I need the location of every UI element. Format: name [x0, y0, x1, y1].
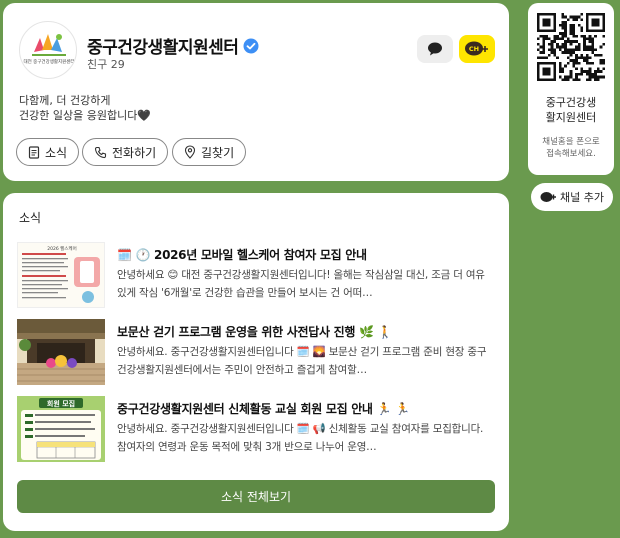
qr-channel-name: 중구건강생 활지원센터 [528, 95, 614, 125]
channel-logo[interactable]: 대전 중구건강생활지원센터 [19, 21, 77, 79]
news-title: 🗓️ 🕐 2026년 모바일 헬스케어 참여자 모집 안내 [117, 248, 367, 262]
news-body: 안녕하세요. 중구건강생활지원센터입니다 🗓️ 🌄 보문산 걷기 프로그램 준비… [117, 346, 487, 376]
friend-count: 친구 29 [87, 58, 125, 71]
qr-name-line: 중구건강생 [545, 96, 597, 109]
qr-hint: 채널홈을 폰으로 접속해보세요. [528, 136, 614, 160]
description-line: 다함께, 더 건강하게 [19, 94, 111, 107]
news-item[interactable]: 회원 모집 중구건강생활지원센터 신체활동 교실 회원 모집 안내 🏃 🏃 안녕… [17, 396, 495, 462]
news-thumbnail: 회원 모집 [17, 396, 105, 462]
directions-button[interactable]: 길찾기 [172, 138, 247, 166]
qr-code[interactable] [537, 13, 605, 81]
news-thumbnail [17, 319, 105, 385]
call-button[interactable]: 전화하기 [82, 138, 169, 166]
news-item[interactable]: 보문산 걷기 프로그램 운영을 위한 사전답사 진행 🌿 🚶 안녕하세요. 중구… [17, 319, 495, 385]
verified-icon [243, 38, 259, 53]
view-all-news-button[interactable]: 소식 전체보기 [17, 480, 495, 513]
channel-name-text: 중구건강생활지원센터 [87, 38, 239, 58]
qr-name-line: 활지원센터 [545, 111, 597, 124]
description-line: 건강한 일상을 응원합니다🖤 [19, 109, 152, 122]
news-button-label: 소식 [45, 145, 68, 160]
news-body: 안녕하세요. 중구건강생활지원센터입니다 🗓️ 📢 신체활동 교실 참여자를 모… [117, 423, 484, 453]
news-title: 보문산 걷기 프로그램 운영을 위한 사전답사 진행 🌿 🚶 [117, 325, 393, 339]
channel-description: 다함께, 더 건강하게 건강한 일상을 응원합니다🖤 [19, 93, 151, 123]
phone-icon [94, 146, 107, 158]
news-button[interactable]: 소식 [16, 138, 80, 166]
svg-text:대전 중구건강생활지원센터: 대전 중구건강생활지원센터 [23, 58, 74, 65]
news-section-title: 소식 [19, 211, 42, 225]
channel-plus-icon [540, 192, 556, 202]
location-pin-icon [184, 145, 196, 159]
add-channel-label: 채널 추가 [560, 191, 604, 204]
add-channel-button[interactable]: 채널 추가 [531, 183, 613, 211]
news-body: 안녕하세요 😊 대전 중구건강생활지원센터입니다! 올해는 작심삼일 대신, 조… [117, 269, 485, 299]
channel-plus-icon: CH [465, 41, 488, 56]
news-item[interactable]: 2026 헬스케어 🗓️ 🕐 2026년 모바일 헬스케어 참여자 모집 안내 … [17, 242, 495, 308]
chat-bubble-icon [428, 42, 442, 56]
qr-hint-line: 채널홈을 폰으로 [542, 137, 600, 147]
news-thumbnail: 2026 헬스케어 [17, 242, 105, 308]
news-title: 중구건강생활지원센터 신체활동 교실 회원 모집 안내 🏃 🏃 [117, 402, 410, 416]
call-button-label: 전화하기 [112, 145, 157, 160]
qr-hint-line: 접속해보세요. [546, 149, 596, 159]
svg-text:회원 모집: 회원 모집 [47, 399, 75, 408]
profile-card: 대전 중구건강생활지원센터 중구건강생활지원센터 친구 29 CH 다함께, 더… [3, 3, 509, 181]
svg-text:CH: CH [469, 45, 479, 53]
channel-name: 중구건강생활지원센터 [87, 33, 259, 58]
news-card: 소식 2026 헬스케어 🗓️ 🕐 2026년 모바일 헬스케어 참여자 모집 … [3, 193, 509, 531]
channel-add-button[interactable]: CH [459, 35, 495, 63]
document-icon [28, 145, 40, 159]
chat-button[interactable] [417, 35, 453, 63]
qr-card: 중구건강생 활지원센터 채널홈을 폰으로 접속해보세요. [528, 3, 614, 175]
directions-button-label: 길찾기 [201, 145, 235, 160]
svg-text:2026 헬스케어: 2026 헬스케어 [47, 245, 76, 252]
